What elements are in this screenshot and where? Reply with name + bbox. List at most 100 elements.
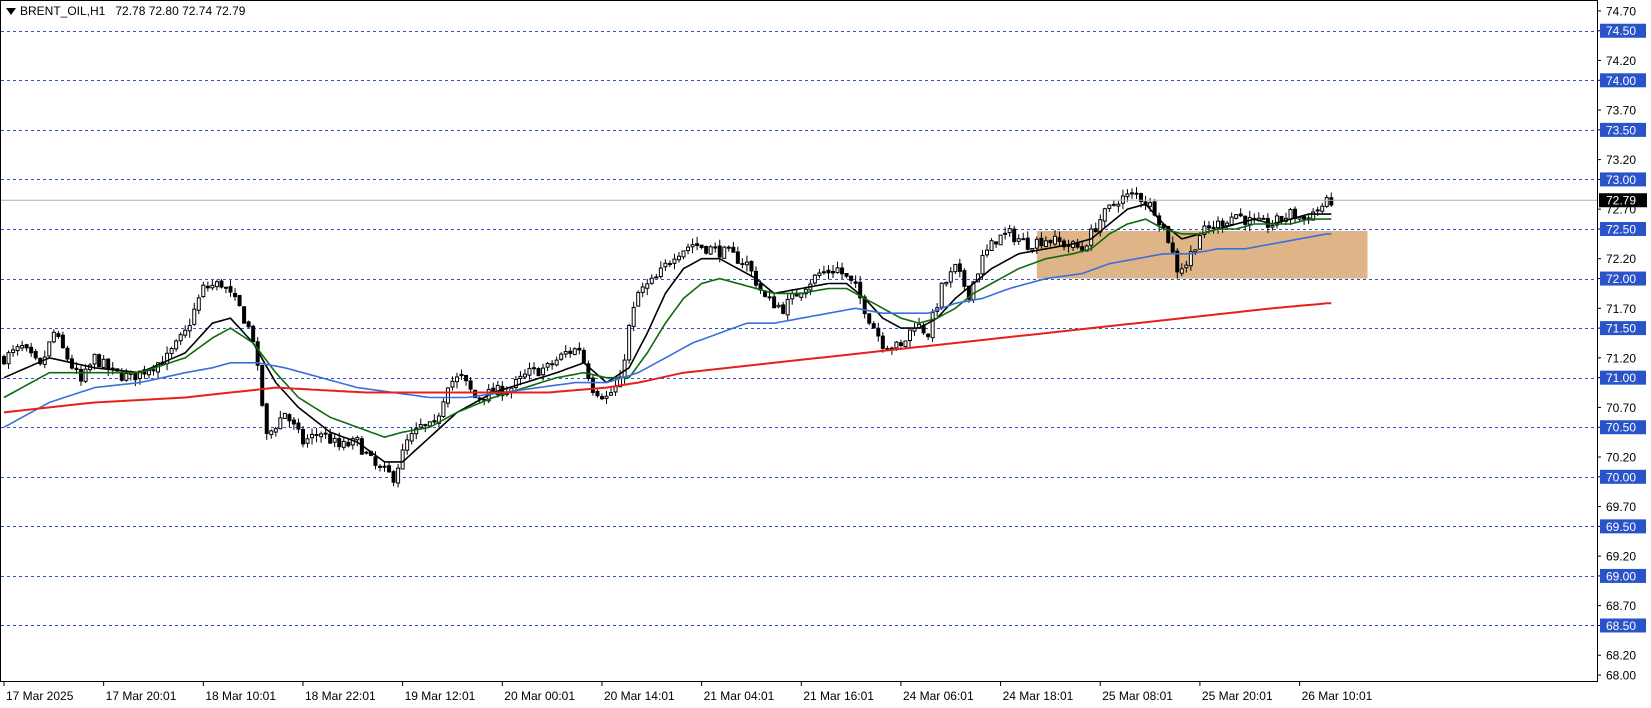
candle-body <box>926 333 931 338</box>
candle-body <box>772 296 777 309</box>
candle-body <box>423 424 428 427</box>
y-tick-label: 71.00 <box>1606 371 1636 385</box>
candle-body <box>300 428 305 445</box>
candle-body <box>441 401 446 417</box>
candle-body <box>287 414 292 422</box>
candle <box>536 367 541 377</box>
candle-body <box>1179 268 1184 274</box>
candle-body <box>518 375 523 380</box>
y-tick-label: 74.50 <box>1606 24 1636 38</box>
candle-body <box>821 271 826 274</box>
candle-body <box>1234 214 1239 219</box>
candle-body <box>894 341 899 349</box>
candle-body <box>278 417 283 430</box>
candle-body <box>1116 203 1121 207</box>
symbol-label: BRENT_OIL,H1 <box>20 4 106 18</box>
candle-body <box>106 358 111 371</box>
candle-body <box>1102 208 1107 222</box>
candle <box>300 426 305 448</box>
candle-body <box>690 244 695 248</box>
candle-body <box>260 364 265 406</box>
candle-body <box>532 367 537 370</box>
candle-body <box>726 246 731 249</box>
candle-body <box>1052 235 1057 245</box>
candle-body <box>201 284 206 298</box>
candle-body <box>314 433 319 436</box>
candle-body <box>849 275 854 281</box>
candle-body <box>183 329 188 336</box>
candle-body <box>776 304 781 308</box>
candle-body <box>400 449 405 470</box>
candle-body <box>880 335 885 349</box>
x-tick-label: 26 Mar 10:01 <box>1302 689 1373 703</box>
candle-body <box>1048 239 1053 244</box>
candle-body <box>957 263 962 272</box>
candle-body <box>418 424 423 428</box>
candle-body <box>1003 232 1008 235</box>
candle <box>812 273 817 285</box>
y-tick-label: 72.00 <box>1606 272 1636 286</box>
x-tick-label: 21 Mar 16:01 <box>803 689 874 703</box>
candle-body <box>826 269 831 274</box>
candle-body <box>124 373 129 381</box>
candle-body <box>1211 226 1216 230</box>
candle-body <box>459 373 464 377</box>
candle-body <box>242 306 247 324</box>
candle <box>586 360 591 382</box>
candle <box>282 412 287 419</box>
candle-body <box>667 263 672 266</box>
candle-body <box>550 363 555 366</box>
candle-body <box>328 433 333 444</box>
candle-body <box>74 367 79 371</box>
candle-body <box>785 298 790 316</box>
candle-body <box>291 419 296 425</box>
candle-body <box>1025 237 1030 250</box>
candle-body <box>1134 192 1139 195</box>
candle-body <box>282 412 287 419</box>
candle-body <box>953 263 958 273</box>
y-tick-label: 74.20 <box>1606 54 1636 68</box>
price-chart[interactable]: 74.70 74.50 74.20 74.00 73.70 73.50 73.20 73.00… <box>0 0 1651 708</box>
candle-body <box>1148 202 1153 207</box>
candle-body <box>631 306 636 327</box>
candle-body <box>1302 216 1307 220</box>
candle <box>242 306 247 324</box>
candle-body <box>554 359 559 366</box>
x-tick-label: 18 Mar 22:01 <box>305 689 376 703</box>
candle-body <box>541 367 546 376</box>
candle-body <box>930 312 935 339</box>
candle <box>930 309 935 343</box>
candle-body <box>767 296 772 299</box>
symbol-dropdown-icon[interactable] <box>6 7 16 15</box>
candle-body <box>559 353 564 360</box>
candle-body <box>169 348 174 355</box>
x-tick-label: 18 Mar 10:01 <box>205 689 276 703</box>
candle-body <box>174 340 179 350</box>
candle-body <box>1315 209 1320 212</box>
candle <box>590 375 595 396</box>
candle-body <box>763 290 768 297</box>
candle-body <box>1057 237 1062 242</box>
y-tick-label: 69.50 <box>1606 520 1636 534</box>
candle-body <box>464 374 469 382</box>
candle-body <box>1007 228 1012 234</box>
candle-body <box>223 286 228 289</box>
y-tick-label: 69.20 <box>1606 550 1636 564</box>
candle-body <box>1111 203 1116 206</box>
candle-body <box>355 437 360 441</box>
candle-body <box>944 281 949 285</box>
candle-body <box>405 439 410 451</box>
candle-body <box>382 465 387 468</box>
candle-body <box>1107 204 1112 209</box>
candle-body <box>468 380 473 390</box>
candle-body <box>101 358 106 368</box>
candle-body <box>1129 192 1134 195</box>
y-tick-label: 71.70 <box>1606 302 1636 316</box>
candle-body <box>654 276 659 279</box>
candle-body <box>1279 215 1284 222</box>
candle-body <box>346 441 351 447</box>
candle-body <box>740 263 745 266</box>
candle-body <box>29 346 34 354</box>
candle-body <box>455 376 459 383</box>
candle-body <box>1034 238 1039 249</box>
